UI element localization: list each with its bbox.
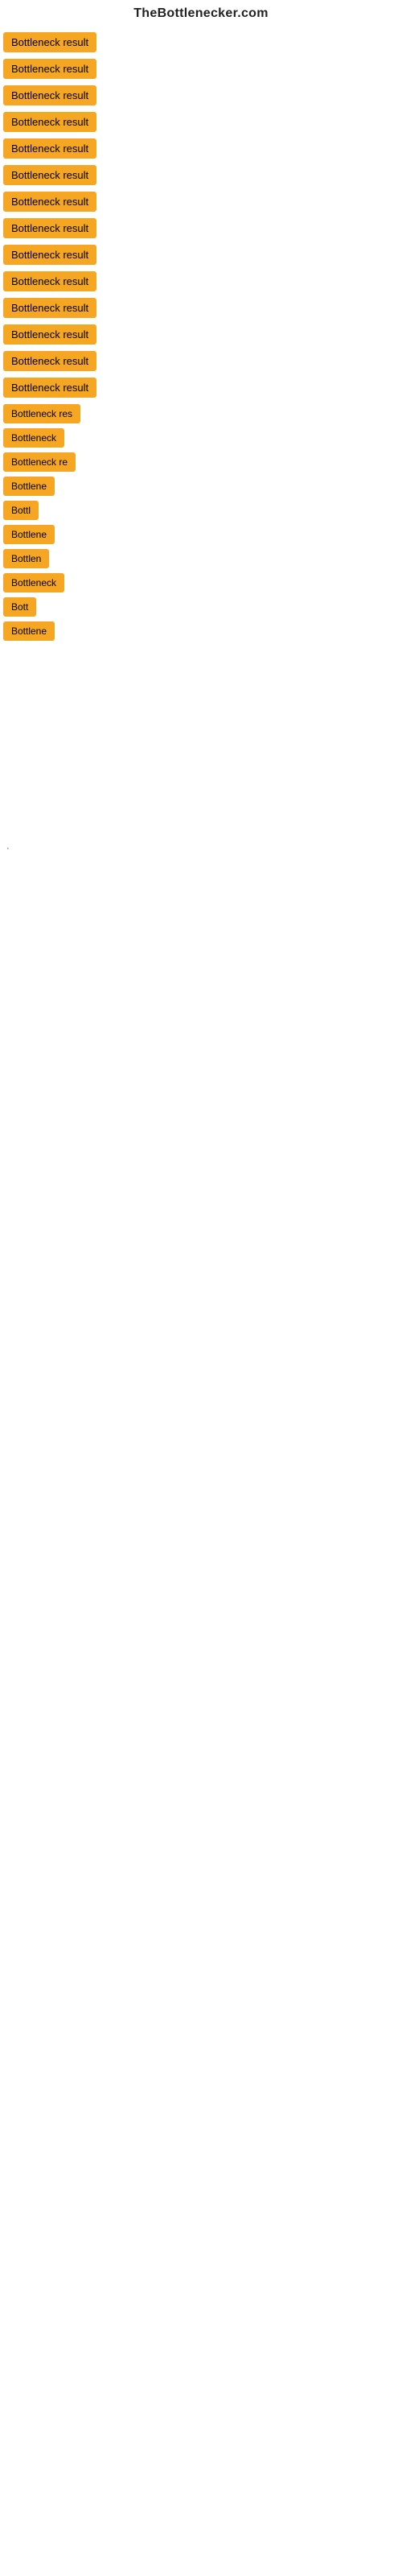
bottleneck-badge-17[interactable]: Bottleneck re — [3, 452, 76, 472]
bottleneck-badge-13[interactable]: Bottleneck result — [3, 351, 96, 371]
list-item[interactable]: Bottlene — [3, 621, 399, 641]
bottleneck-badge-15[interactable]: Bottleneck res — [3, 404, 80, 423]
footer-section: · — [0, 673, 402, 1183]
bottleneck-badge-11[interactable]: Bottleneck result — [3, 298, 96, 318]
list-item[interactable]: Bott — [3, 597, 399, 617]
list-item[interactable]: Bottleneck re — [3, 452, 399, 472]
list-item[interactable]: Bottleneck result — [3, 271, 399, 291]
bottleneck-badge-18[interactable]: Bottlene — [3, 477, 55, 496]
list-item[interactable]: Bottlene — [3, 525, 399, 544]
list-item[interactable]: Bottleneck — [3, 428, 399, 448]
footer-dot: · — [6, 844, 399, 853]
list-item[interactable]: Bottleneck result — [3, 165, 399, 185]
bottleneck-badge-23[interactable]: Bott — [3, 597, 36, 617]
bottleneck-badge-5[interactable]: Bottleneck result — [3, 138, 96, 159]
bottleneck-badge-14[interactable]: Bottleneck result — [3, 378, 96, 398]
list-item[interactable]: Bottleneck result — [3, 378, 399, 398]
items-list: Bottleneck result Bottleneck result Bottle… — [0, 24, 402, 641]
bottleneck-badge-19[interactable]: Bottl — [3, 501, 39, 520]
bottleneck-badge-2[interactable]: Bottleneck result — [3, 59, 96, 79]
list-item[interactable]: Bottleneck — [3, 573, 399, 592]
bottleneck-badge-1[interactable]: Bottleneck result — [3, 32, 96, 52]
bottleneck-badge-9[interactable]: Bottleneck result — [3, 245, 96, 265]
bottleneck-badge-3[interactable]: Bottleneck result — [3, 85, 96, 105]
list-item[interactable]: Bottleneck result — [3, 59, 399, 79]
list-item[interactable]: Bottl — [3, 501, 399, 520]
list-item[interactable]: Bottleneck result — [3, 112, 399, 132]
bottleneck-badge-21[interactable]: Bottlen — [3, 549, 49, 568]
bottleneck-badge-6[interactable]: Bottleneck result — [3, 165, 96, 185]
bottleneck-badge-10[interactable]: Bottleneck result — [3, 271, 96, 291]
bottleneck-badge-22[interactable]: Bottleneck — [3, 573, 64, 592]
list-item[interactable]: Bottleneck result — [3, 32, 399, 52]
page-wrapper: TheBottlenecker.com Bottleneck resultBot… — [0, 0, 402, 1183]
bottleneck-badge-8[interactable]: Bottleneck result — [3, 218, 96, 238]
list-item[interactable]: Bottleneck result — [3, 218, 399, 238]
list-item[interactable]: Bottleneck res — [3, 404, 399, 423]
list-item[interactable]: Bottleneck result — [3, 298, 399, 318]
bottleneck-badge-24[interactable]: Bottlene — [3, 621, 55, 641]
list-item[interactable]: Bottleneck result — [3, 85, 399, 105]
bottleneck-badge-4[interactable]: Bottleneck result — [3, 112, 96, 132]
bottleneck-badge-16[interactable]: Bottleneck — [3, 428, 64, 448]
bottleneck-badge-7[interactable]: Bottleneck result — [3, 192, 96, 212]
list-item[interactable]: Bottleneck result — [3, 245, 399, 265]
bottleneck-badge-12[interactable]: Bottleneck result — [3, 324, 96, 345]
list-item[interactable]: Bottleneck result — [3, 138, 399, 159]
list-item[interactable]: Bottleneck result — [3, 351, 399, 371]
list-item[interactable]: Bottleneck result — [3, 324, 399, 345]
bottleneck-badge-20[interactable]: Bottlene — [3, 525, 55, 544]
site-title: TheBottlenecker.com — [0, 0, 402, 24]
list-item[interactable]: Bottlen — [3, 549, 399, 568]
list-item[interactable]: Bottlene — [3, 477, 399, 496]
list-item[interactable]: Bottleneck result — [3, 192, 399, 212]
